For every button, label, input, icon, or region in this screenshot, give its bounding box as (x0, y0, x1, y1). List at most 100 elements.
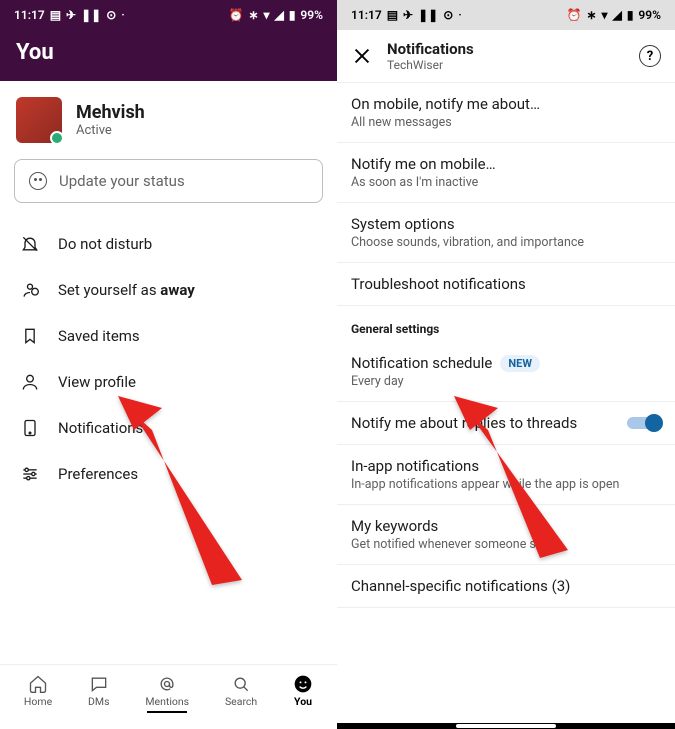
bell-off-icon (20, 234, 40, 254)
setting-sub: As soon as I'm inactive (351, 175, 661, 190)
tab-home[interactable]: Home (24, 673, 52, 713)
menu-notifications[interactable]: Notifications (0, 405, 337, 451)
toggle-switch[interactable] (627, 414, 661, 432)
setting-system-options[interactable]: System options Choose sounds, vibration,… (337, 203, 675, 263)
status-time: 11:17 (14, 8, 45, 22)
you-screen: 11:17 ▤ ✈ ❚❚ ⊙ · ⏰ ∗ ▾ ◢ ▮ 99% You Mehvi… (0, 0, 337, 729)
new-badge: NEW (500, 355, 540, 372)
notifications-header: Notifications TechWiser ? (337, 30, 675, 83)
person-circle-icon (20, 280, 40, 300)
tab-you[interactable]: You (293, 673, 313, 713)
chat-icon: ▤ (387, 8, 398, 22)
tab-label: Mentions (145, 695, 189, 708)
status-input[interactable]: Update your status (14, 159, 323, 203)
profile-name: Mehvish (76, 102, 145, 123)
bluetooth-icon: ∗ (586, 8, 596, 22)
setting-title: Channel-specific notifications (3) (351, 577, 661, 595)
menu-set-away[interactable]: Set yourself as away (0, 267, 337, 313)
avatar (16, 97, 62, 143)
chat-icon: ▤ (50, 8, 61, 22)
notifications-screen: 11:17 ▤ ✈ ❚❚ ⊙ · ⏰ ∗ ▾ ◢ ▮ 99% Notificat… (337, 0, 675, 729)
setting-troubleshoot[interactable]: Troubleshoot notifications (337, 263, 675, 306)
page-title: You (0, 30, 337, 81)
setting-sub: Choose sounds, vibration, and importance (351, 235, 661, 250)
bookmark-icon (20, 326, 40, 346)
setting-title: In-app notifications (351, 457, 661, 475)
battery-percent: 99% (638, 8, 661, 22)
setting-inapp[interactable]: In-app notifications In-app notification… (337, 445, 675, 505)
menu-label: View profile (58, 373, 136, 391)
play-circle-icon: ⊙ (106, 8, 116, 22)
setting-title: Troubleshoot notifications (351, 275, 661, 293)
menu-label: Saved items (58, 327, 140, 345)
setting-keywords[interactable]: My keywords Get notified whenever someon… (337, 505, 675, 565)
menu-do-not-disturb[interactable]: Do not disturb (0, 221, 337, 267)
setting-channel-specific[interactable]: Channel-specific notifications (3) (337, 565, 675, 608)
status-bar-left: 11:17 ▤ ✈ ❚❚ ⊙ · ⏰ ∗ ▾ ◢ ▮ 99% (0, 0, 337, 30)
menu-saved-items[interactable]: Saved items (0, 313, 337, 359)
setting-sub: Get notified whenever someone says… (351, 537, 661, 552)
pause-icon: ❚❚ (81, 8, 101, 22)
setting-title: Notify me about replies to threads (351, 414, 577, 432)
profile-row[interactable]: Mehvish Active (0, 81, 337, 159)
signal-icon: ◢ (613, 8, 622, 22)
nav-handle (456, 724, 556, 728)
search-icon (231, 674, 251, 694)
status-placeholder: Update your status (59, 172, 185, 190)
setting-title: Notification schedule (351, 354, 492, 372)
tab-mentions[interactable]: Mentions (145, 673, 189, 713)
alarm-icon: ⏰ (567, 8, 582, 22)
setting-notify-mobile[interactable]: Notify me on mobile… As soon as I'm inac… (337, 143, 675, 203)
menu-label: Notifications (58, 419, 143, 437)
header-title: Notifications (387, 40, 625, 58)
tab-label: Search (225, 695, 257, 708)
telegram-icon: ✈ (403, 8, 413, 22)
device-icon (20, 418, 40, 438)
help-button[interactable]: ? (639, 45, 661, 67)
tab-label: You (293, 695, 313, 708)
dot-icon: · (121, 8, 125, 22)
tab-search[interactable]: Search (225, 673, 257, 713)
chat-icon (89, 674, 109, 694)
setting-sub: Every day (351, 374, 661, 389)
play-circle-icon: ⊙ (443, 8, 453, 22)
setting-title: Notify me on mobile… (351, 155, 661, 173)
tab-label: Home (24, 695, 52, 708)
bottom-tabs: Home DMs Mentions Search You (0, 664, 337, 723)
setting-thread-replies[interactable]: Notify me about replies to threads (337, 402, 675, 445)
at-icon (157, 674, 177, 694)
profile-status: Active (76, 123, 145, 138)
bluetooth-icon: ∗ (248, 8, 258, 22)
setting-title: System options (351, 215, 661, 233)
telegram-icon: ✈ (66, 8, 76, 22)
wifi-icon: ▾ (264, 8, 270, 22)
dot-icon: · (458, 8, 462, 22)
setting-schedule[interactable]: Notification schedule NEW Every day (337, 342, 675, 402)
setting-title: My keywords (351, 517, 661, 535)
status-bar-right: 11:17 ▤ ✈ ❚❚ ⊙ · ⏰ ∗ ▾ ◢ ▮ 99% (337, 0, 675, 30)
close-button[interactable] (351, 45, 373, 67)
header-subtitle: TechWiser (387, 58, 625, 72)
setting-title: On mobile, notify me about… (351, 95, 661, 113)
tab-label: DMs (88, 695, 109, 708)
menu-label: Set yourself as away (58, 281, 195, 299)
home-icon (28, 674, 48, 694)
setting-sub: All new messages (351, 115, 661, 130)
menu-list: Do not disturb Set yourself as away Save… (0, 213, 337, 505)
menu-label: Preferences (58, 465, 138, 483)
pause-icon: ❚❚ (418, 8, 438, 22)
wifi-icon: ▾ (602, 8, 608, 22)
sliders-icon (20, 464, 40, 484)
battery-percent: 99% (300, 8, 323, 22)
tab-dms[interactable]: DMs (88, 673, 109, 713)
menu-label: Do not disturb (58, 235, 152, 253)
menu-view-profile[interactable]: View profile (0, 359, 337, 405)
setting-mobile-notify[interactable]: On mobile, notify me about… All new mess… (337, 83, 675, 143)
alarm-icon: ⏰ (229, 8, 244, 22)
menu-preferences[interactable]: Preferences (0, 451, 337, 497)
you-icon (293, 674, 313, 694)
status-time: 11:17 (351, 8, 382, 22)
battery-icon: ▮ (627, 8, 634, 22)
signal-icon: ◢ (275, 8, 284, 22)
section-general: General settings (337, 306, 675, 342)
